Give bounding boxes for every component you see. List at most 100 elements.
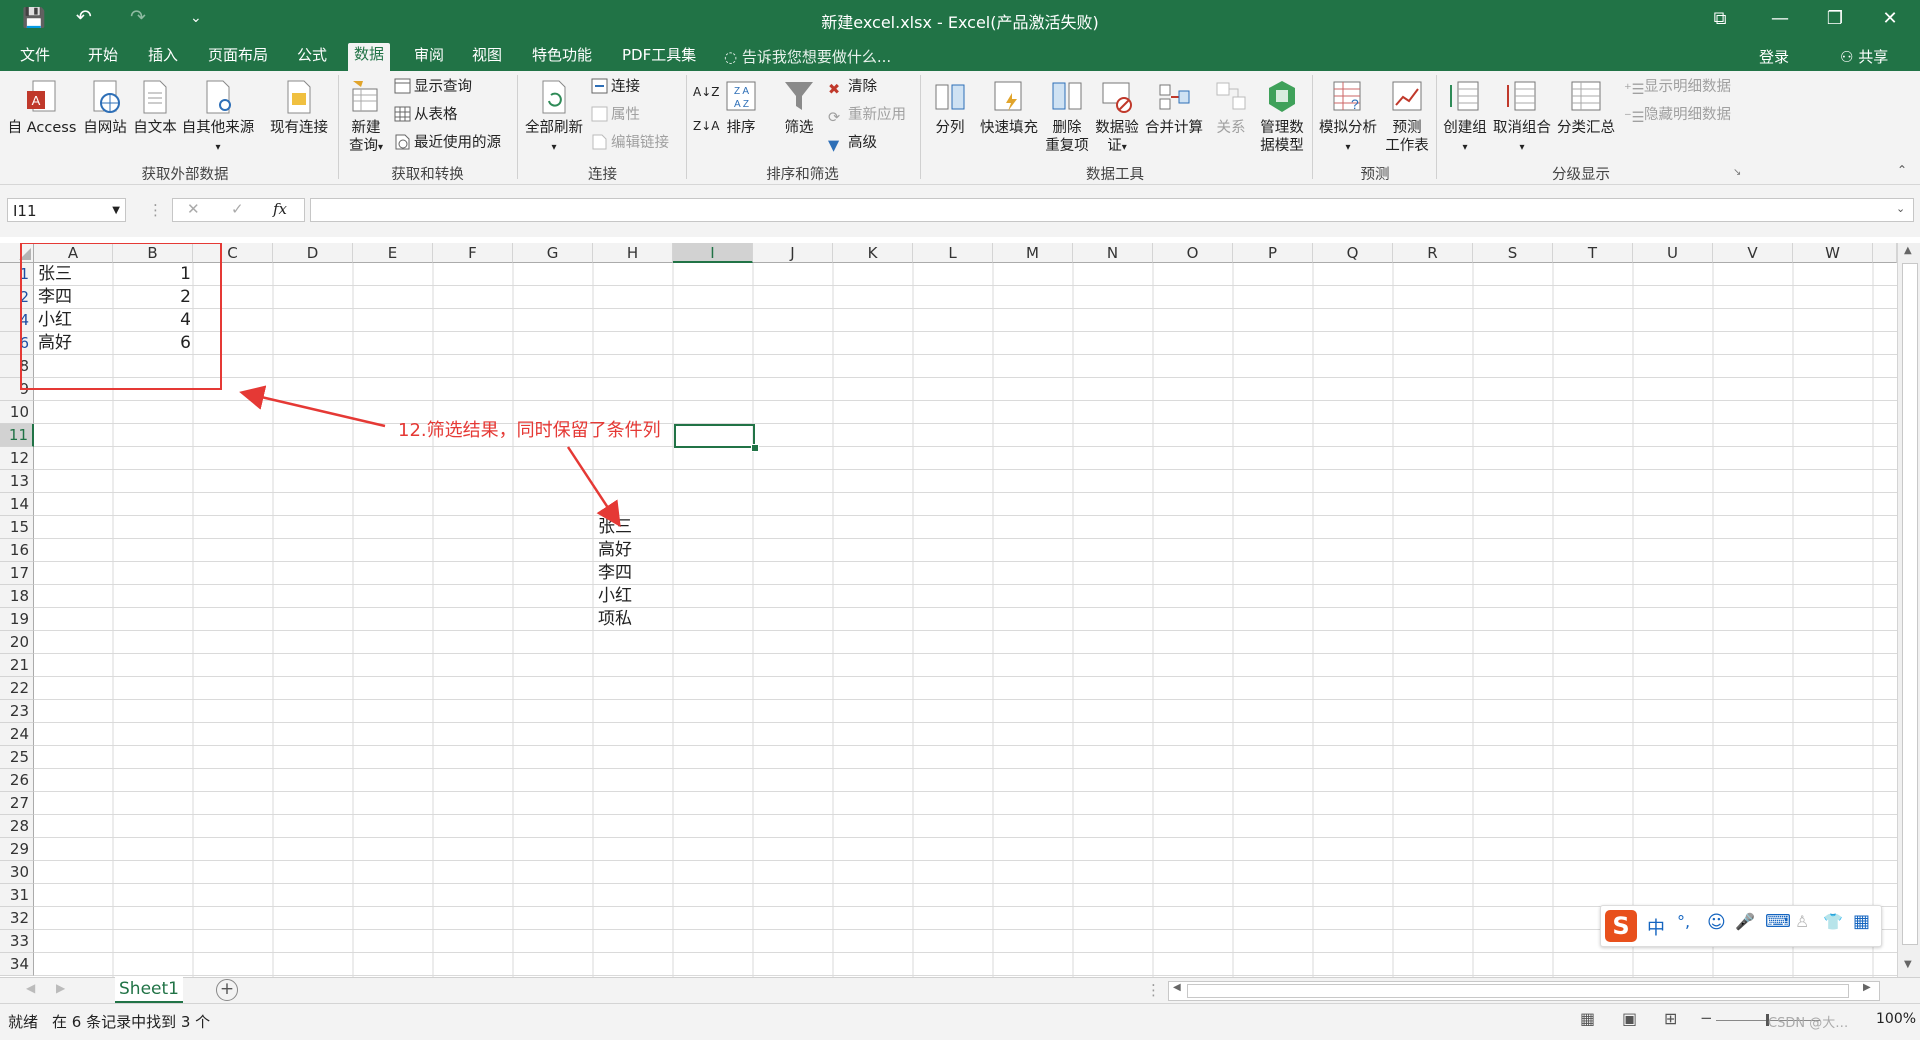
row-header-16[interactable]: 16 xyxy=(0,539,34,562)
page-break-view-icon[interactable]: ⊞ xyxy=(1664,1009,1677,1028)
from-access-button[interactable]: A 自 Access xyxy=(4,79,80,137)
scroll-left-icon[interactable]: ◀ xyxy=(1173,982,1181,993)
cell-h18[interactable]: 小红 xyxy=(598,585,632,608)
column-header-l[interactable]: L xyxy=(913,243,993,263)
clear-filter-button[interactable]: ✖ 清除 xyxy=(828,76,877,98)
scroll-down-icon[interactable]: ▼ xyxy=(1904,959,1912,970)
remove-duplicates-button[interactable]: 删除 重复项 xyxy=(1042,79,1092,155)
connections-button[interactable]: 连接 xyxy=(591,76,640,98)
h-scroll-thumb[interactable] xyxy=(1187,984,1849,998)
reapply-button[interactable]: ⟳ 重新应用 xyxy=(828,104,906,126)
add-sheet-button[interactable]: + xyxy=(216,979,238,1001)
row-header-22[interactable]: 22 xyxy=(0,677,34,700)
scroll-right-icon[interactable]: ▶ xyxy=(1863,982,1871,993)
row-header-30[interactable]: 30 xyxy=(0,861,34,884)
skin-shirt-icon[interactable]: 👕 xyxy=(1823,912,1843,931)
sheet-tab-sheet1[interactable]: Sheet1 xyxy=(115,977,183,1004)
tell-me-search[interactable]: ◌ 告诉我您想要做什么... xyxy=(724,46,891,67)
emoji-icon[interactable]: ☺ xyxy=(1707,912,1726,933)
vertical-scrollbar[interactable]: ▲ ▼ xyxy=(1897,243,1920,977)
tab-insert[interactable]: 插入 xyxy=(142,44,184,71)
column-header-p[interactable]: P xyxy=(1233,243,1313,263)
from-web-button[interactable]: 自网站 xyxy=(80,79,130,137)
column-header-q[interactable]: Q xyxy=(1313,243,1393,263)
row-header-25[interactable]: 25 xyxy=(0,746,34,769)
row-header-33[interactable]: 33 xyxy=(0,930,34,953)
cell-h19[interactable]: 项私 xyxy=(598,608,632,631)
insert-function-icon[interactable]: fx xyxy=(273,200,287,218)
cancel-icon[interactable]: ✕ xyxy=(187,200,200,218)
row-header-32[interactable]: 32 xyxy=(0,907,34,930)
scroll-up-icon[interactable]: ▲ xyxy=(1904,245,1912,256)
row-header-34[interactable]: 34 xyxy=(0,953,34,976)
hide-detail-button[interactable]: ⁻☰隐藏明细数据 xyxy=(1624,104,1731,126)
cell-h16[interactable]: 高好 xyxy=(598,539,632,562)
properties-button[interactable]: 属性 xyxy=(591,104,640,126)
row-header-18[interactable]: 18 xyxy=(0,585,34,608)
cell-h17[interactable]: 李四 xyxy=(598,562,632,585)
tab-pdf[interactable]: PDF工具集 xyxy=(616,44,702,71)
next-sheet-icon[interactable]: ▶ xyxy=(56,981,65,995)
column-header-t[interactable]: T xyxy=(1553,243,1633,263)
tab-view[interactable]: 视图 xyxy=(466,44,508,71)
row-header-28[interactable]: 28 xyxy=(0,815,34,838)
tab-split-handle[interactable]: ⋮ xyxy=(1146,981,1161,999)
column-header-m[interactable]: M xyxy=(993,243,1073,263)
forecast-sheet-button[interactable]: 预测 工作表 xyxy=(1382,79,1432,155)
column-header-j[interactable]: J xyxy=(753,243,833,263)
tab-review[interactable]: 审阅 xyxy=(408,44,450,71)
column-header-v[interactable]: V xyxy=(1713,243,1793,263)
restore-icon[interactable]: ❐ xyxy=(1815,4,1855,34)
tab-data[interactable]: 数据 xyxy=(348,43,391,71)
row-header-20[interactable]: 20 xyxy=(0,631,34,654)
formula-input[interactable] xyxy=(310,198,1914,222)
relationships-button[interactable]: 关系 xyxy=(1208,79,1254,137)
sort-asc-icon[interactable]: A↓Z xyxy=(693,81,719,103)
column-header-w[interactable]: W xyxy=(1793,243,1873,263)
name-box[interactable]: I11 ▼ xyxy=(7,198,126,222)
row-header-31[interactable]: 31 xyxy=(0,884,34,907)
page-layout-view-icon[interactable]: ▣ xyxy=(1622,1009,1637,1028)
group-button[interactable]: 创建组 ▾ xyxy=(1440,79,1490,157)
new-query-button[interactable]: 新建 查询▾ xyxy=(342,79,390,157)
row-header-29[interactable]: 29 xyxy=(0,838,34,861)
refresh-all-button[interactable]: 全部刷新 ▾ xyxy=(521,79,587,157)
from-table-button[interactable]: 从表格 xyxy=(394,104,458,126)
text-to-columns-button[interactable]: 分列 xyxy=(924,79,976,137)
toolbox-grid-icon[interactable]: ▦ xyxy=(1853,911,1870,932)
advanced-filter-button[interactable]: ▼ 高级 xyxy=(828,132,877,154)
column-header-r[interactable]: R xyxy=(1393,243,1473,263)
share-button[interactable]: ⚇ 共享 xyxy=(1840,46,1888,67)
row-header-19[interactable]: 19 xyxy=(0,608,34,631)
show-detail-button[interactable]: ⁺☰显示明细数据 xyxy=(1624,76,1731,98)
column-header-u[interactable]: U xyxy=(1633,243,1713,263)
keyboard-icon[interactable]: ⌨ xyxy=(1765,911,1791,932)
consolidate-button[interactable]: 合并计算 xyxy=(1142,79,1206,137)
row-header-26[interactable]: 26 xyxy=(0,769,34,792)
microphone-icon[interactable]: 🎤 xyxy=(1735,912,1755,931)
zoom-out-icon[interactable]: − xyxy=(1700,1009,1713,1027)
normal-view-icon[interactable]: ▦ xyxy=(1580,1009,1595,1028)
ribbon-display-icon[interactable]: ⧉ xyxy=(1700,4,1740,34)
expand-formula-bar-icon[interactable]: ⌄ xyxy=(1896,202,1905,215)
row-header-21[interactable]: 21 xyxy=(0,654,34,677)
worksheet-grid[interactable]: ABCDEFGHIJKLMNOPQRSTUVW 1 2 4 6 8 9 10 11 12 13 14… xyxy=(0,243,1897,977)
ime-lang-toggle[interactable]: 中 xyxy=(1647,914,1665,940)
row-header-24[interactable]: 24 xyxy=(0,723,34,746)
row-header-17[interactable]: 17 xyxy=(0,562,34,585)
tab-page-layout[interactable]: 页面布局 xyxy=(202,44,274,71)
tab-special[interactable]: 特色功能 xyxy=(526,44,598,71)
column-header-k[interactable]: K xyxy=(833,243,913,263)
recent-sources-button[interactable]: 最近使用的源 xyxy=(394,132,501,154)
row-header-23[interactable]: 23 xyxy=(0,700,34,723)
column-header-o[interactable]: O xyxy=(1153,243,1233,263)
dialog-launcher-icon[interactable]: ↘ xyxy=(1733,167,1741,178)
subtotal-button[interactable]: 分类汇总 xyxy=(1554,79,1618,137)
user-icon[interactable]: ♙ xyxy=(1795,912,1809,931)
zoom-level[interactable]: 100% xyxy=(1876,1011,1916,1027)
data-validation-button[interactable]: 数据验 证▾ xyxy=(1092,79,1142,157)
from-other-sources-button[interactable]: 自其他来源 ▾ xyxy=(180,79,256,157)
prev-sheet-icon[interactable]: ◀ xyxy=(26,981,35,995)
minimize-icon[interactable]: — xyxy=(1760,4,1800,34)
filter-button[interactable]: 筛选 xyxy=(776,79,822,137)
